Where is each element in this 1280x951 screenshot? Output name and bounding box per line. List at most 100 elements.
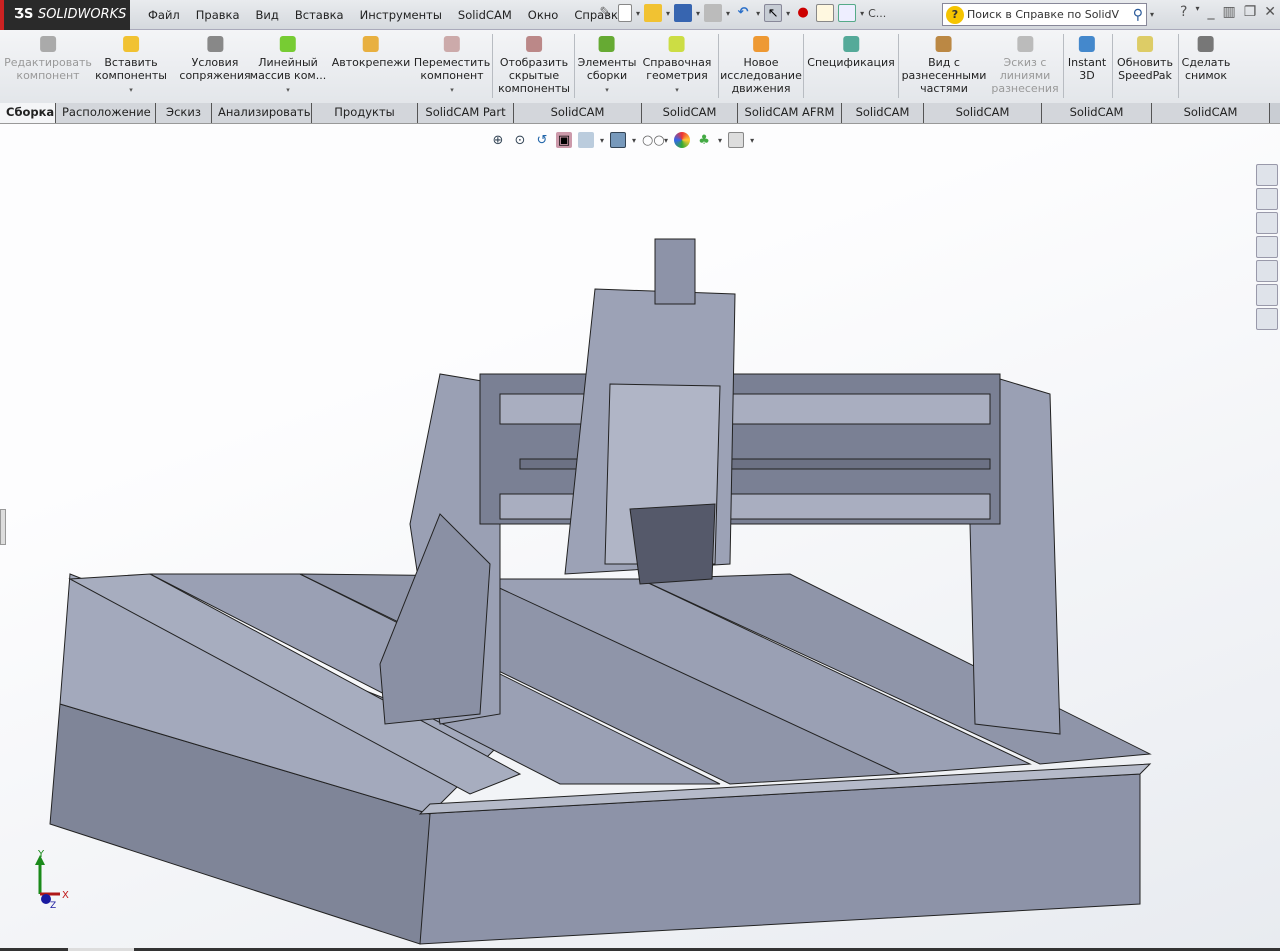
edit-component-button[interactable]: Редактировать компонент (4, 34, 92, 82)
view-palette-icon[interactable] (1256, 260, 1278, 282)
solidworks-resources-icon[interactable] (1256, 164, 1278, 186)
file-explorer-icon[interactable] (1256, 236, 1278, 258)
feature-manager-expand-handle[interactable] (0, 509, 6, 545)
tab-1[interactable]: Расположение (56, 103, 156, 123)
cnc-assembly-model[interactable] (0, 124, 1280, 951)
help-search-input[interactable]: ? Поиск в Справке по SolidV ⚲ (942, 3, 1147, 26)
dropdown-icon[interactable]: ▾ (786, 9, 790, 18)
dropdown-icon[interactable]: ▾ (632, 136, 636, 145)
gantry-rail-top[interactable] (499, 393, 991, 425)
menu-item-4[interactable]: Инструменты (352, 8, 450, 22)
tab-8[interactable]: SolidCAM AFRM (738, 103, 842, 123)
dropdown-icon[interactable]: ▾ (750, 136, 754, 145)
display-style-icon[interactable] (610, 132, 627, 148)
tab-5[interactable]: SolidCAM Part (418, 103, 514, 123)
button-label: Вставить (104, 56, 158, 69)
tab-11[interactable]: SolidCAM Turning (1042, 103, 1152, 138)
tab-6[interactable]: SolidCAM Operations (514, 103, 642, 138)
dropdown-icon[interactable]: ▾ (696, 9, 700, 18)
more-commands[interactable]: C... (868, 7, 886, 20)
linear-pattern-button[interactable]: Линейный массив ком... ▾ (250, 34, 326, 97)
menu-item-5[interactable]: SolidCAM (450, 8, 520, 22)
tab-0[interactable]: Сборка (0, 103, 56, 123)
dropdown-icon[interactable]: ▾ (1195, 4, 1199, 20)
move-component-button[interactable]: Переместить компонент ▾ (414, 34, 490, 97)
print-icon[interactable] (704, 4, 723, 22)
dropdown-icon[interactable]: ▾ (756, 9, 760, 18)
dropdown-icon[interactable]: ▾ (643, 84, 712, 97)
dropdown-icon[interactable]: ▾ (664, 136, 668, 145)
menu-item-3[interactable]: Вставка (287, 8, 352, 22)
motion-study-button[interactable]: Новое исследование движения (720, 34, 802, 95)
spindle[interactable] (629, 503, 716, 585)
dropdown-icon[interactable]: ▾ (1150, 10, 1154, 19)
bom-button[interactable]: Спецификация (807, 34, 895, 69)
new-document-icon[interactable] (618, 4, 632, 22)
open-icon[interactable] (644, 4, 663, 22)
restore-icon[interactable]: ❐ (1244, 4, 1257, 20)
dropdown-icon[interactable]: ▾ (600, 136, 604, 145)
apply-scene-icon[interactable]: ♣ (696, 132, 712, 148)
dropdown-icon[interactable]: ▾ (250, 84, 326, 97)
insert-components-button[interactable]: Вставить компоненты ▾ (95, 34, 167, 97)
dropdown-icon[interactable]: ▾ (636, 9, 640, 18)
menu-item-2[interactable]: Вид (248, 8, 287, 22)
section-view-icon[interactable]: ▣ (556, 132, 572, 148)
close-icon[interactable]: ✕ (1264, 4, 1276, 20)
graphics-area[interactable]: ⊕ ⊙ ↺ ▣ ▾ ▾ ○○ ▾ ♣ ▾ ▾ Y X Z (0, 124, 1280, 951)
menu-item-1[interactable]: Правка (188, 8, 248, 22)
smart-fasteners-button[interactable]: Автокрепежи (332, 34, 410, 69)
dropdown-icon[interactable]: ▾ (95, 84, 167, 97)
tile-icon[interactable]: ▥ (1222, 4, 1235, 20)
instant3d-button[interactable]: Instant 3D (1068, 34, 1106, 82)
options-icon[interactable] (838, 4, 857, 22)
tab-4[interactable]: Продукты Office (312, 103, 418, 138)
search-icon[interactable]: ⚲ (1133, 7, 1146, 23)
home-icon[interactable] (1256, 188, 1278, 210)
solidworks-logo[interactable]: ƷS SOLIDWORKS (0, 0, 130, 30)
button-label: снимок (1184, 69, 1228, 82)
dropdown-icon[interactable]: ▾ (578, 84, 637, 97)
zoom-to-area-icon[interactable]: ⊙ (512, 132, 528, 148)
undo-icon[interactable]: ↶ (734, 4, 752, 22)
tab-3[interactable]: Анализировать (212, 103, 312, 123)
tab-10[interactable]: SolidCAM Multiaxis (924, 103, 1042, 138)
file-properties-icon[interactable] (816, 4, 835, 22)
dropdown-icon[interactable]: ▾ (726, 9, 730, 18)
z-motor[interactable] (654, 238, 696, 305)
zoom-to-fit-icon[interactable]: ⊕ (490, 132, 506, 148)
menu-item-0[interactable]: Файл (140, 8, 188, 22)
quick-access-toolbar: ✎ ▾ ▾ ▾ ▾ ↶ ▾ ↖ ▾ ● ▾ C... (596, 4, 886, 22)
rebuild-icon[interactable]: ● (794, 4, 812, 22)
design-library-icon[interactable] (1256, 212, 1278, 234)
custom-properties-icon[interactable] (1256, 308, 1278, 330)
menu-item-6[interactable]: Окно (520, 8, 567, 22)
snapshot-button[interactable]: Сделать снимок (1182, 34, 1230, 82)
hide-show-items-icon[interactable]: ○○ (642, 132, 665, 148)
tab-2[interactable]: Эскиз (156, 103, 212, 123)
speedpak-button[interactable]: Обновить SpeedPak (1117, 34, 1173, 82)
view-orientation-icon[interactable] (578, 132, 594, 148)
tab-12[interactable]: SolidCAM Templates (1152, 103, 1270, 138)
mate-button[interactable]: Условия сопряжения (179, 34, 251, 82)
reference-geometry-button[interactable]: Справочная геометрия ▾ (643, 34, 712, 97)
dropdown-icon[interactable]: ▾ (414, 84, 490, 97)
dropdown-icon[interactable]: ▾ (718, 136, 722, 145)
select-icon[interactable]: ↖ (764, 4, 783, 22)
tab-9[interactable]: SolidCAM 3D (842, 103, 924, 138)
save-icon[interactable] (674, 4, 693, 22)
minimize-icon[interactable]: _ (1207, 4, 1214, 20)
appearances-icon[interactable] (1256, 284, 1278, 306)
pin-icon[interactable]: ✎ (596, 4, 614, 22)
previous-view-icon[interactable]: ↺ (534, 132, 550, 148)
assembly-features-button[interactable]: Элементы сборки ▾ (578, 34, 637, 97)
help-menu-icon[interactable]: ? (1180, 4, 1187, 20)
tab-7[interactable]: SolidCAM 2.5D (642, 103, 738, 138)
explode-line-sketch-button[interactable]: Эскиз с линиями разнесения (991, 34, 1059, 95)
view-settings-icon[interactable] (728, 132, 745, 148)
edit-appearance-icon[interactable] (674, 132, 691, 148)
show-hidden-button[interactable]: Отобразить скрытые компоненты (498, 34, 570, 95)
dropdown-icon[interactable]: ▾ (666, 9, 670, 18)
exploded-view-button[interactable]: Вид с разнесенными частями (902, 34, 986, 95)
dropdown-icon[interactable]: ▾ (860, 9, 864, 18)
